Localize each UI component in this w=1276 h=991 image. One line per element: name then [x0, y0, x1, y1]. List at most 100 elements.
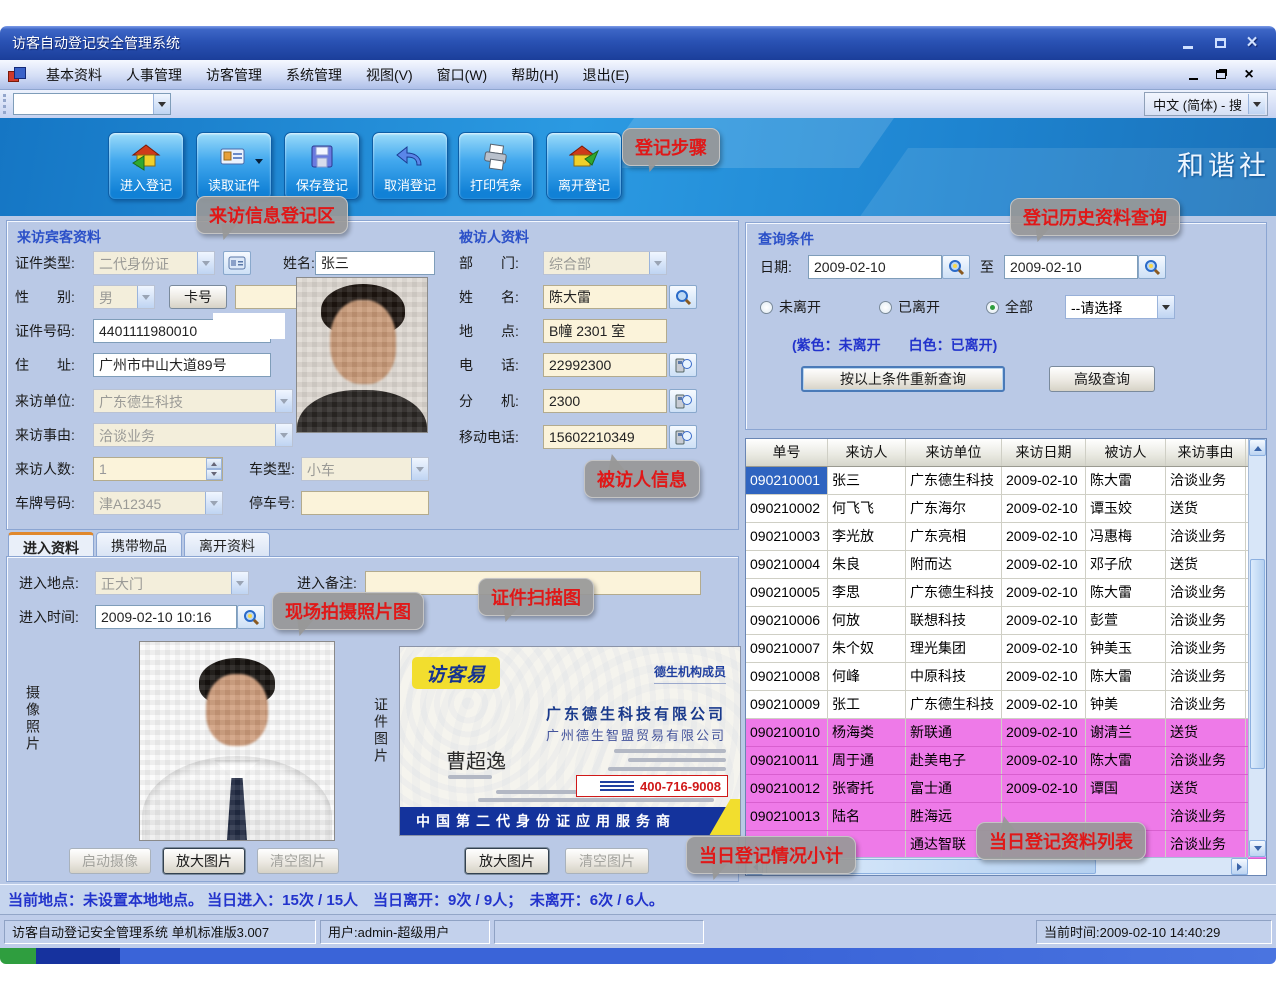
table-cell[interactable]: 090210009 — [746, 691, 828, 718]
table-cell[interactable]: 杨海类 — [828, 719, 906, 746]
table-cell[interactable]: 2009-02-10 — [1002, 551, 1086, 578]
leave-register-button[interactable]: 离开登记 — [546, 132, 622, 200]
table-row[interactable]: 090210005李思广东德生科技2009-02-10陈大雷洽谈业务 — [746, 579, 1266, 607]
table-cell[interactable]: 洽谈业务 — [1166, 579, 1246, 606]
table-cell[interactable]: 何放 — [828, 607, 906, 634]
table-cell[interactable]: 广东德生科技 — [906, 579, 1002, 606]
table-cell[interactable]: 送货 — [1166, 719, 1246, 746]
menu-item-window[interactable]: 窗口(W) — [425, 61, 500, 89]
table-row[interactable]: 090210003李光放广东亮相2009-02-10冯惠梅洽谈业务 — [746, 523, 1266, 551]
table-cell[interactable]: 2009-02-10 — [1002, 495, 1086, 522]
table-cell[interactable]: 洽谈业务 — [1166, 523, 1246, 550]
plate-number-combobox[interactable]: 津A12345 — [93, 491, 223, 515]
table-cell[interactable]: 李光放 — [828, 523, 906, 550]
table-cell[interactable]: 090210013 — [746, 803, 828, 830]
menu-item-hr[interactable]: 人事管理 — [114, 61, 194, 89]
table-cell[interactable]: 陆名 — [828, 803, 906, 830]
menu-item-exit[interactable]: 退出(E) — [571, 61, 642, 89]
address-input[interactable] — [93, 353, 271, 377]
table-cell[interactable]: 张工 — [828, 691, 906, 718]
table-cell[interactable]: 钟美玉 — [1086, 635, 1166, 662]
visitor-name-input[interactable] — [315, 251, 435, 275]
table-cell[interactable]: 谢清兰 — [1086, 719, 1166, 746]
menu-item-view[interactable]: 视图(V) — [354, 61, 425, 89]
visit-location-input[interactable] — [543, 319, 667, 343]
table-cell[interactable]: 联想科技 — [906, 607, 1002, 634]
table-cell[interactable]: 洽谈业务 — [1166, 803, 1246, 830]
date-picker-icon-button[interactable] — [1138, 255, 1166, 279]
table-row[interactable]: 090210009张工广东德生科技2009-02-10钟美洽谈业务 — [746, 691, 1266, 719]
spinner-arrows-icon[interactable] — [206, 458, 222, 480]
toolbar-grip[interactable] — [3, 94, 8, 114]
table-row[interactable]: 090210010杨海类新联通2009-02-10谢清兰送货 — [746, 719, 1266, 747]
table-cell[interactable]: 2009-02-10 — [1002, 747, 1086, 774]
table-cell[interactable]: 2009-02-10 — [1002, 691, 1086, 718]
menu-item-basic[interactable]: 基本资料 — [34, 61, 114, 89]
table-cell[interactable]: 新联通 — [906, 719, 1002, 746]
table-cell[interactable]: 邓子欣 — [1086, 551, 1166, 578]
read-card-button[interactable]: 读取证件 — [196, 132, 272, 200]
chevron-down-icon[interactable] — [153, 94, 170, 114]
close-icon[interactable] — [1240, 33, 1264, 53]
menu-item-help[interactable]: 帮助(H) — [499, 61, 570, 89]
table-cell[interactable]: 洽谈业务 — [1166, 467, 1246, 494]
table-cell[interactable]: 090210007 — [746, 635, 828, 662]
table-cell[interactable]: 陈大雷 — [1086, 747, 1166, 774]
table-cell[interactable]: 冯惠梅 — [1086, 523, 1166, 550]
table-cell[interactable]: 090210002 — [746, 495, 828, 522]
vertical-scrollbar[interactable] — [1248, 439, 1266, 857]
cert-type-combobox[interactable]: 二代身份证 — [93, 251, 215, 275]
table-cell[interactable]: 洽谈业务 — [1166, 831, 1246, 858]
table-cell[interactable]: 何飞飞 — [828, 495, 906, 522]
table-cell[interactable]: 附而达 — [906, 551, 1002, 578]
table-cell[interactable]: 洽谈业务 — [1166, 747, 1246, 774]
time-picker-icon-button[interactable] — [237, 605, 265, 629]
table-cell[interactable]: 富士通 — [906, 775, 1002, 802]
table-cell[interactable]: 洽谈业务 — [1166, 607, 1246, 634]
table-cell[interactable]: 周于通 — [828, 747, 906, 774]
table-cell[interactable]: 送货 — [1166, 551, 1246, 578]
zoom-scan-button[interactable]: 放大图片 — [465, 848, 549, 874]
enter-register-button[interactable]: 进入登记 — [108, 132, 184, 200]
column-header[interactable]: 来访事由 — [1166, 439, 1246, 466]
table-cell[interactable]: 陈大雷 — [1086, 579, 1166, 606]
table-cell[interactable]: 彭萱 — [1086, 607, 1166, 634]
table-row[interactable]: 090210007朱个奴理光集团2009-02-10钟美玉洽谈业务 — [746, 635, 1266, 663]
table-cell[interactable]: 090210011 — [746, 747, 828, 774]
column-header[interactable]: 单号 — [746, 439, 828, 466]
visit-reason-combobox[interactable]: 洽谈业务 — [93, 423, 293, 447]
table-cell[interactable]: 送货 — [1166, 495, 1246, 522]
dept-combobox[interactable]: 综合部 — [543, 251, 667, 275]
radio-all[interactable] — [986, 301, 999, 314]
cancel-register-button[interactable]: 取消登记 — [372, 132, 448, 200]
mdi-restore-icon[interactable] — [1212, 67, 1230, 83]
dial-phone-icon-button[interactable] — [669, 353, 697, 377]
mdi-minimize-icon[interactable] — [1184, 67, 1202, 83]
clear-scan-button[interactable]: 清空图片 — [565, 848, 649, 874]
table-cell[interactable]: 谭国 — [1086, 775, 1166, 802]
table-cell[interactable]: 中原科技 — [906, 663, 1002, 690]
column-header[interactable]: 来访人 — [828, 439, 906, 466]
table-cell[interactable]: 张寄托 — [828, 775, 906, 802]
requery-button[interactable]: 按以上条件重新查询 — [801, 366, 1005, 392]
table-cell[interactable]: 陈大雷 — [1086, 467, 1166, 494]
language-bar[interactable]: 中文 (简体) - 搜 — [1144, 92, 1268, 116]
column-header[interactable]: 被访人 — [1086, 439, 1166, 466]
table-row[interactable]: 090210011周于通赴美电子2009-02-10陈大雷洽谈业务 — [746, 747, 1266, 775]
column-header[interactable]: 来访日期 — [1002, 439, 1086, 466]
visitor-count-stepper[interactable] — [93, 457, 223, 481]
minimize-icon[interactable] — [1176, 33, 1200, 53]
table-cell[interactable]: 2009-02-10 — [1002, 467, 1086, 494]
table-row[interactable]: 090210006何放联想科技2009-02-10彭萱洽谈业务 — [746, 607, 1266, 635]
chevron-down-icon[interactable] — [1248, 94, 1265, 114]
table-cell[interactable]: 090210005 — [746, 579, 828, 606]
advanced-query-button[interactable]: 高级查询 — [1049, 366, 1155, 392]
scroll-right-icon[interactable] — [1231, 858, 1248, 875]
vehicle-type-combobox[interactable]: 小车 — [301, 457, 429, 481]
table-cell[interactable]: 朱良 — [828, 551, 906, 578]
table-cell[interactable]: 送货 — [1166, 775, 1246, 802]
table-cell[interactable]: 广东德生科技 — [906, 467, 1002, 494]
table-row[interactable]: 090210001张三广东德生科技2009-02-10陈大雷洽谈业务 — [746, 467, 1266, 495]
table-row[interactable]: 090210002何飞飞广东海尔2009-02-10谭玉姣送货 — [746, 495, 1266, 523]
filter-combobox[interactable]: --请选择 — [1065, 295, 1175, 319]
